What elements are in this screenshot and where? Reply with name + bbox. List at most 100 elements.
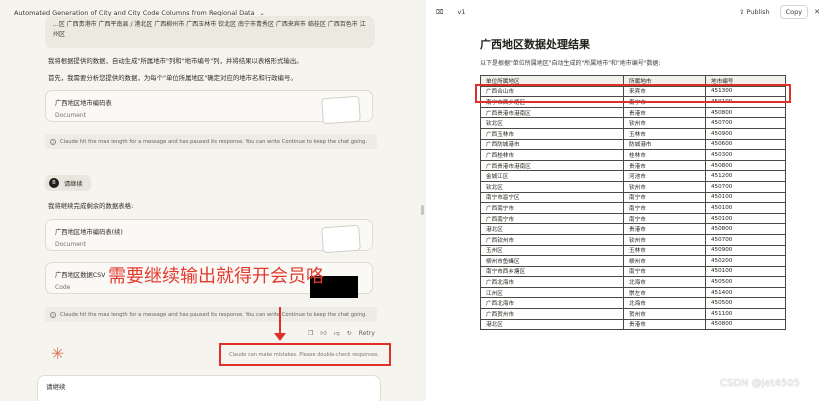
page-subtitle: 以下是根据"单位所属地区"自动生成的"所属地市"和"地市编号"数据: [480, 60, 661, 67]
table-cell: 广西北海市 [480, 297, 624, 310]
table-row: 广西桂林市 桂林市 450300 [480, 149, 786, 161]
artifact-card[interactable]: 广西地区地市编码表 Document [45, 90, 373, 125]
table-cell: 贵港市 [623, 159, 706, 172]
table-row: 南宁市西乡塘区 南宁市 450100 [480, 265, 786, 278]
retry-icon[interactable]: ↻ [347, 330, 352, 337]
table-cell: 450200 [705, 255, 786, 267]
table-row: 广西南宁市 南宁市 450100 [480, 212, 786, 225]
artifact-title: 广西地区地市编码表 [55, 100, 112, 107]
table-cell: 柳州市 [623, 255, 706, 267]
retry-button[interactable]: Retry [359, 330, 375, 337]
page-title: 广西地区数据处理结果 [480, 38, 590, 51]
artifact-title: 广西地区地市编码表(续) [55, 229, 123, 236]
info-icon: i [50, 138, 56, 145]
table-cell: 北海市 [623, 297, 706, 310]
table-row: 广西防城港市 防城港市 450600 [480, 138, 786, 151]
table-row: 港北区 贵港市 450800 [480, 318, 786, 331]
thumbs-down-icon[interactable]: 👎︎ [334, 329, 340, 337]
publish-button[interactable]: ⇪ Publish [739, 8, 770, 16]
table-cell: 450900 [705, 127, 786, 140]
table-cell: 港北区 [480, 318, 624, 331]
table-cell: 钦北区 [480, 117, 624, 129]
table-cell: 广西贺州市 [480, 308, 624, 320]
table-row: 广西贵港市港南区 贵港市 450800 [480, 159, 786, 172]
table-cell: 450700 [705, 180, 786, 193]
previous-message-block: ...区 广西贵港市 广西平南县 / 港北区 广西柳州市 广西玉林市 钦北区 南… [45, 16, 375, 48]
table-cell: 江州区 [480, 286, 624, 299]
table-cell: 贵港市 [623, 223, 706, 235]
user-message-text: 请继续 [64, 180, 83, 188]
annotation-highlight-box [475, 84, 791, 103]
table-cell: 钦州市 [623, 180, 706, 193]
avatar: B [49, 178, 59, 188]
table-row: 金城江区 河池市 451200 [480, 170, 786, 182]
table-cell: 港北区 [480, 223, 624, 235]
table-cell: 450600 [705, 138, 786, 151]
disclaimer-text: Claude can make mistakes. Please double-… [229, 352, 380, 358]
table-row: 钦北区 钦州市 450700 [480, 180, 786, 193]
close-icon[interactable]: ✕ [814, 8, 820, 16]
chat-input[interactable]: 请继续 [37, 375, 381, 401]
table-cell: 河池市 [623, 170, 706, 182]
table-row: 玉州区 玉林市 450900 [480, 244, 786, 257]
table-cell: 柳州市鱼峰区 [480, 255, 624, 267]
table-row: 广西南宁市 南宁市 450100 [480, 202, 786, 214]
info-icon: i [50, 311, 56, 318]
table-cell: 广西贵港市港南区 [480, 106, 624, 119]
table-cell: 金城江区 [480, 170, 624, 182]
table-cell: 南宁市西乡塘区 [480, 265, 624, 278]
result-table: 单位所属地区 所属地市 地市编号 广西合山市 来宾市 451300 南宁市西乡塘区 南宁… [480, 75, 786, 331]
code-toggle-icon[interactable]: ⌧ [436, 8, 444, 16]
table-cell: 450800 [705, 318, 786, 331]
table-row: 广西北海市 北海市 450500 [480, 276, 786, 288]
artifact-type: Document [55, 241, 87, 248]
table-cell: 钦北区 [480, 180, 624, 193]
table-cell: 玉林市 [623, 244, 706, 257]
assistant-paragraph: 我将继续完成剩余的数据表格: [48, 202, 134, 210]
table-cell: 广西防城港市 [480, 138, 624, 151]
table-cell: 崇左市 [623, 286, 706, 299]
assistant-paragraph: 首先，我需要分析您提供的数据，为每个"单位所属地区"确定对应的地市名和行政编号。 [48, 74, 297, 82]
assistant-paragraph: 我将根据提供的数据，自动生成"所属地市"列和"地市编号"列，并将结果以表格形式输… [48, 57, 303, 65]
table-cell: 南宁市邕宁区 [480, 191, 624, 204]
table-row: 广西贵港市港南区 贵港市 450800 [480, 106, 786, 119]
table-cell: 南宁市 [623, 212, 706, 225]
table-cell: 450500 [705, 297, 786, 310]
table-row: 钦北区 钦州市 450700 [480, 117, 786, 129]
artifact-header: ⌧ v1 ⇪ Publish Copy ✕ [426, 0, 830, 24]
table-cell: 450900 [705, 244, 786, 257]
table-cell: 贵港市 [623, 318, 706, 331]
artifact-card[interactable]: 广西地区地市编码表(续) Document [45, 219, 373, 254]
table-cell: 防城港市 [623, 138, 706, 151]
table-row: 广西钦州市 钦州市 450700 [480, 233, 786, 246]
table-row: 柳州市鱼峰区 柳州市 450200 [480, 255, 786, 267]
chat-pane: Automated Generation of City and City Co… [0, 0, 420, 401]
table-row: 广西北海市 北海市 450500 [480, 297, 786, 310]
table-cell: 450700 [705, 117, 786, 129]
table-cell: 广西南宁市 [480, 212, 624, 225]
table-cell: 广西钦州市 [480, 233, 624, 246]
copy-icon[interactable]: ❐ [308, 330, 313, 337]
version-label[interactable]: v1 [458, 8, 466, 16]
table-cell: 450800 [705, 159, 786, 172]
table-cell: 广西北海市 [480, 276, 624, 288]
table-cell: 北海市 [623, 276, 706, 288]
pane-resize-handle[interactable] [421, 205, 424, 215]
table-cell: 广西玉林市 [480, 127, 624, 140]
table-cell: 450100 [705, 202, 786, 214]
table-cell: 451200 [705, 170, 786, 182]
annotation-overlay-text: 需要继续输出就得开会员咯 [108, 266, 324, 287]
thumbs-up-icon[interactable]: 👍︎ [320, 329, 326, 337]
table-cell: 南宁市 [623, 202, 706, 214]
copy-button[interactable]: Copy [779, 5, 809, 19]
table-cell: 450100 [705, 265, 786, 278]
table-cell: 450800 [705, 223, 786, 235]
table-cell: 贵港市 [623, 106, 706, 119]
table-cell: 451400 [705, 286, 786, 299]
watermark: CSDN @jet4505 [720, 378, 800, 389]
max-length-notice: i Claude hit the max length for a messag… [45, 307, 377, 322]
annotation-arrowhead [274, 333, 286, 341]
table-cell: 广西南宁市 [480, 202, 624, 214]
table-row: 港北区 贵港市 450800 [480, 223, 786, 235]
max-length-notice: i Claude hit the max length for a messag… [45, 134, 377, 149]
